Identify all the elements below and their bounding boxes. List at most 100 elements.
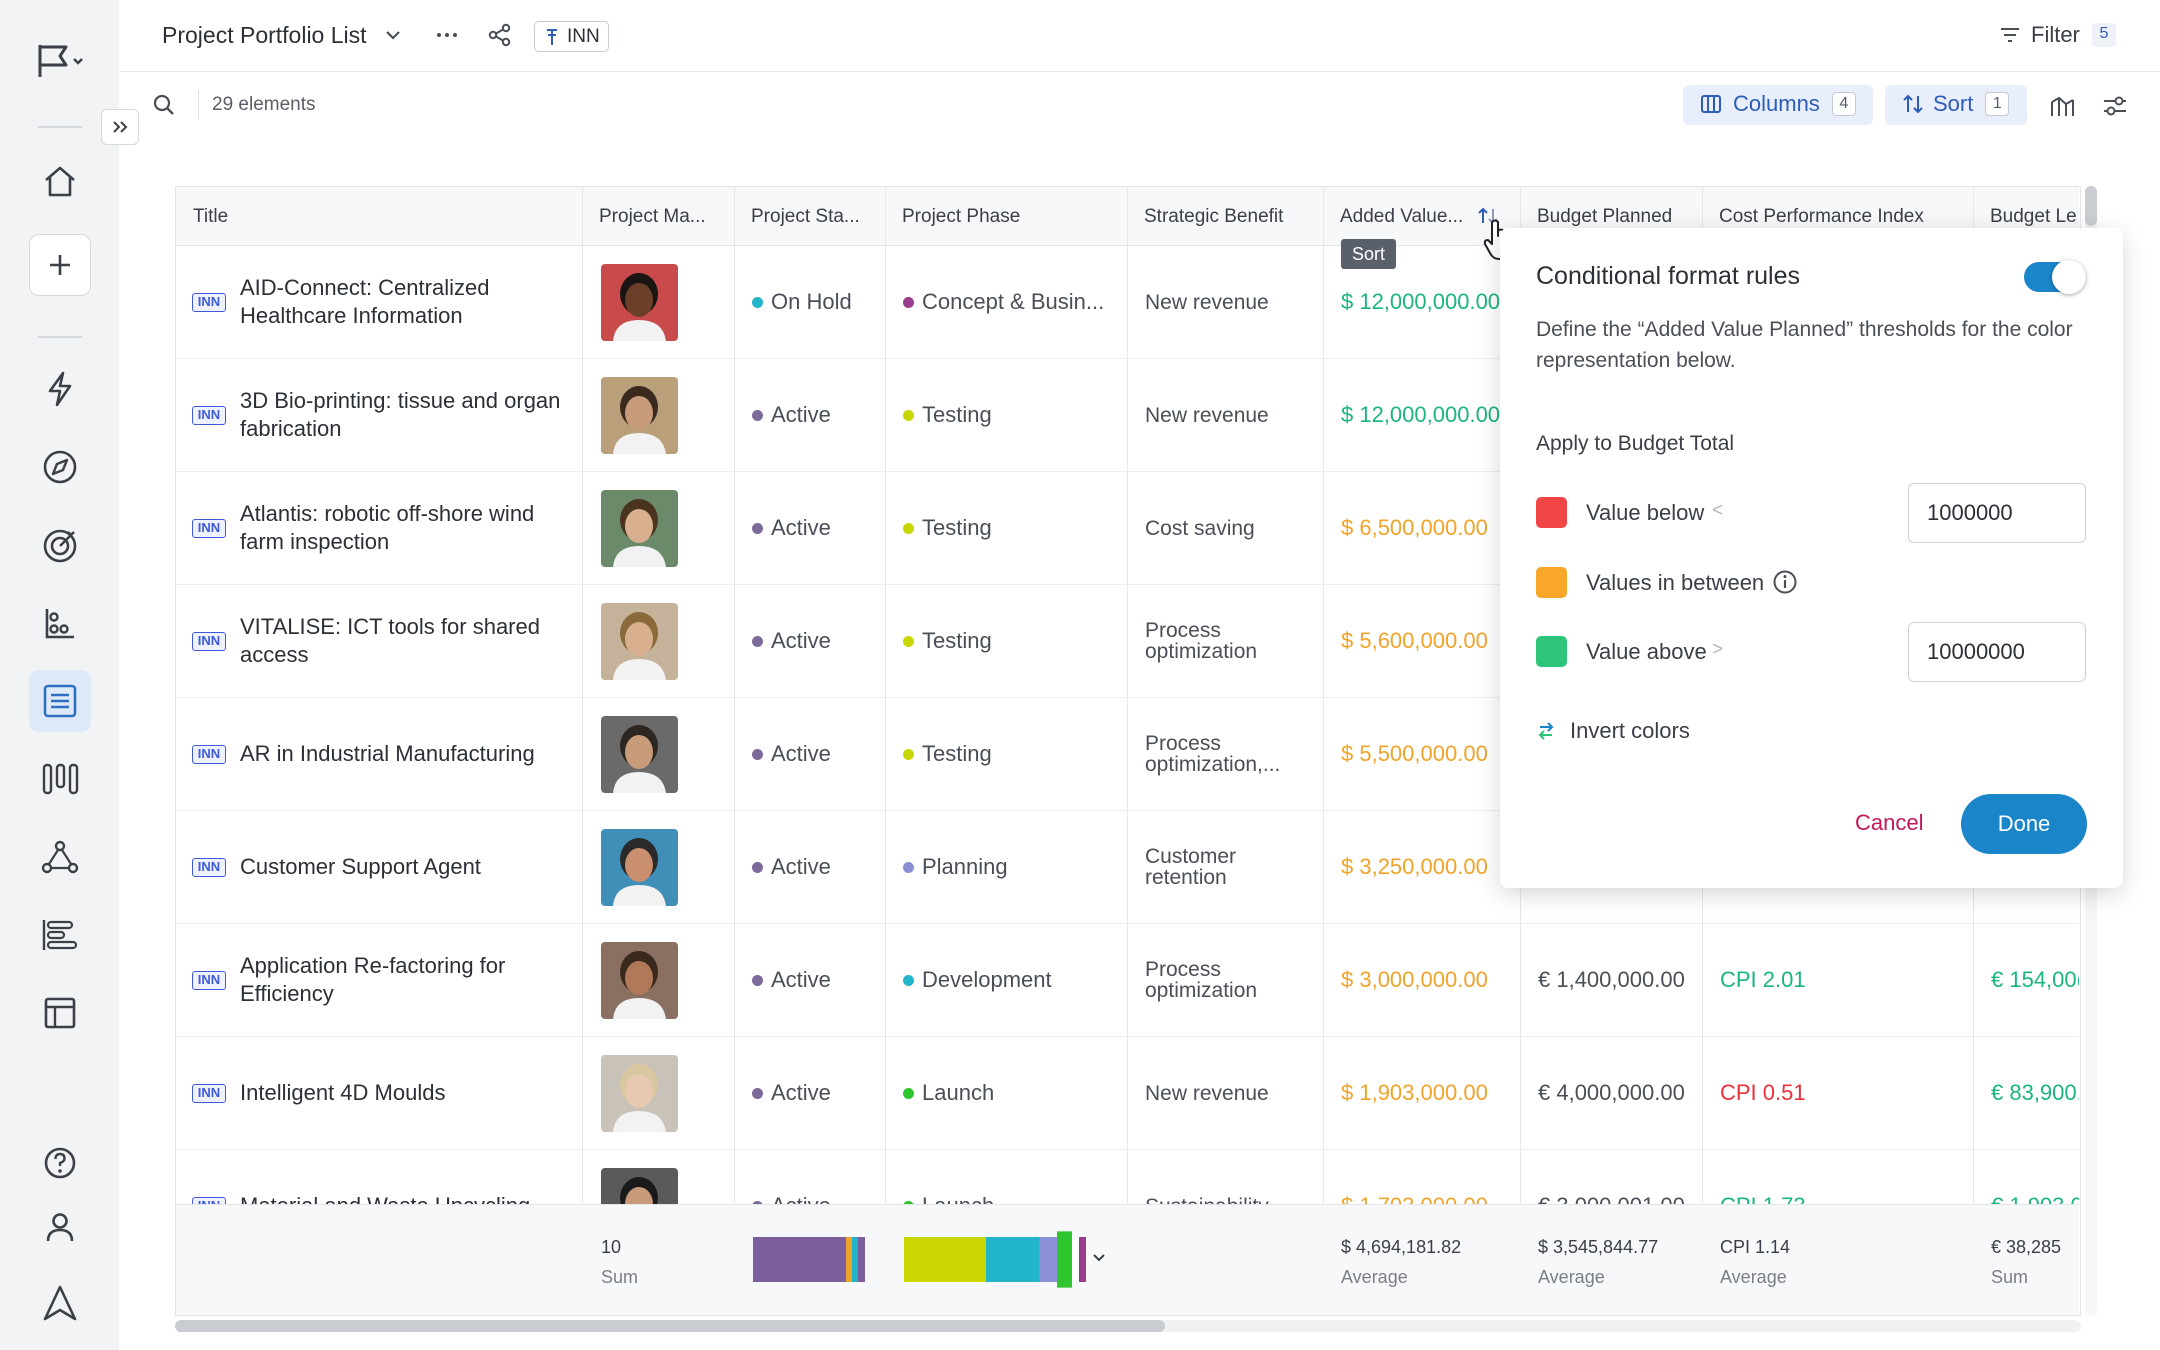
budget-left-cell[interactable]: € 154,00( bbox=[1973, 924, 2080, 1036]
added-value-cell[interactable]: $ 12,000,000.00 bbox=[1323, 246, 1520, 358]
cpi-cell[interactable]: CPI 2.01 bbox=[1702, 924, 1973, 1036]
search-icon[interactable] bbox=[151, 92, 177, 118]
chevron-down-icon[interactable] bbox=[1091, 1249, 1107, 1265]
phase-cell[interactable]: Development bbox=[885, 924, 1127, 1036]
phase-cell[interactable]: Launch bbox=[885, 1037, 1127, 1149]
title-cell[interactable]: INN Intelligent 4D Moulds bbox=[176, 1037, 582, 1149]
chevron-down-icon[interactable] bbox=[382, 24, 404, 46]
manager-cell[interactable] bbox=[582, 585, 734, 697]
added-value-cell[interactable]: $ 6,500,000.00 bbox=[1323, 472, 1520, 584]
between-color-swatch[interactable] bbox=[1536, 567, 1567, 598]
tag-chip[interactable]: INN bbox=[534, 21, 609, 52]
project-title[interactable]: Customer Support Agent bbox=[240, 853, 570, 881]
expand-sidebar-button[interactable] bbox=[101, 109, 139, 145]
title-cell[interactable]: INN AR in Industrial Manufacturing bbox=[176, 698, 582, 810]
conditional-format-toggle[interactable] bbox=[2024, 260, 2086, 294]
status-distribution-bar[interactable] bbox=[753, 1237, 865, 1282]
benefit-cell[interactable]: New revenue bbox=[1127, 1037, 1323, 1149]
below-color-swatch[interactable] bbox=[1536, 497, 1567, 528]
title-cell[interactable]: INN Customer Support Agent bbox=[176, 811, 582, 923]
add-icon[interactable] bbox=[29, 234, 91, 296]
manager-cell[interactable] bbox=[582, 924, 734, 1036]
status-cell[interactable]: On Hold bbox=[734, 246, 885, 358]
status-cell[interactable]: Active bbox=[734, 359, 885, 471]
added-value-cell[interactable]: $ 3,250,000.00 bbox=[1323, 811, 1520, 923]
title-cell[interactable]: INN Application Re-factoring for Efficien… bbox=[176, 924, 582, 1036]
compass-icon[interactable] bbox=[29, 436, 91, 498]
manager-cell[interactable] bbox=[582, 1037, 734, 1149]
kanban-icon[interactable] bbox=[29, 748, 91, 810]
status-cell[interactable]: Active bbox=[734, 472, 885, 584]
table-row[interactable]: INN Application Re-factoring for Efficien… bbox=[176, 924, 2080, 1037]
benefit-cell[interactable]: Customer retention bbox=[1127, 811, 1323, 923]
benefit-cell[interactable]: New revenue bbox=[1127, 246, 1323, 358]
more-options-icon[interactable] bbox=[434, 24, 460, 46]
project-title[interactable]: 3D Bio-printing: tissue and organ fabric… bbox=[240, 387, 570, 443]
title-cell[interactable]: INN AID-Connect: Centralized Healthcare I… bbox=[176, 246, 582, 358]
header-title[interactable]: Title bbox=[176, 187, 582, 246]
phase-distribution-bar[interactable] bbox=[904, 1231, 1086, 1288]
list-icon[interactable] bbox=[29, 670, 91, 732]
manager-cell[interactable] bbox=[582, 246, 734, 358]
done-button[interactable]: Done bbox=[1961, 794, 2087, 854]
above-color-swatch[interactable] bbox=[1536, 636, 1567, 667]
added-value-cell[interactable]: $ 5,500,000.00 bbox=[1323, 698, 1520, 810]
cancel-button[interactable]: Cancel bbox=[1855, 810, 1923, 836]
home-icon[interactable] bbox=[29, 150, 91, 212]
project-title[interactable]: VITALISE: ICT tools for shared access bbox=[240, 613, 570, 669]
project-title[interactable]: Application Re-factoring for Efficiency bbox=[240, 952, 570, 1008]
added-value-cell[interactable]: $ 1,903,000.00 bbox=[1323, 1037, 1520, 1149]
added-value-cell[interactable]: $ 12,000,000.00 bbox=[1323, 359, 1520, 471]
phase-cell[interactable]: Testing bbox=[885, 472, 1127, 584]
share-icon[interactable] bbox=[487, 22, 513, 48]
phase-cell[interactable]: Testing bbox=[885, 359, 1127, 471]
manager-cell[interactable] bbox=[582, 472, 734, 584]
table-row[interactable]: INN Intelligent 4D Moulds Active Launch New … bbox=[176, 1037, 2080, 1150]
phase-cell[interactable]: Planning bbox=[885, 811, 1127, 923]
help-icon[interactable] bbox=[29, 1132, 91, 1194]
header-project-manager[interactable]: Project Ma... bbox=[582, 187, 734, 246]
budget-left-cell[interactable]: € 83,900. bbox=[1973, 1037, 2080, 1149]
manager-cell[interactable] bbox=[582, 359, 734, 471]
info-icon[interactable] bbox=[1772, 569, 1798, 595]
horizontal-scroll-thumb[interactable] bbox=[175, 1320, 1165, 1332]
chart-view-icon[interactable] bbox=[2048, 92, 2076, 120]
target-icon[interactable] bbox=[29, 514, 91, 576]
analytics-icon[interactable] bbox=[29, 592, 91, 654]
below-value-input[interactable]: 1000000 bbox=[1908, 483, 2086, 543]
status-cell[interactable]: Active bbox=[734, 1037, 885, 1149]
user-icon[interactable] bbox=[29, 1196, 91, 1258]
status-cell[interactable]: Active bbox=[734, 924, 885, 1036]
timeline-icon[interactable] bbox=[29, 904, 91, 966]
phase-cell[interactable]: Concept & Busin... bbox=[885, 246, 1127, 358]
sort-button-content[interactable]: Sort 1 bbox=[1901, 91, 2010, 117]
benefit-cell[interactable]: Process optimization bbox=[1127, 924, 1323, 1036]
benefit-cell[interactable]: New revenue bbox=[1127, 359, 1323, 471]
budget-planned-cell[interactable]: € 1,400,000.00 bbox=[1520, 924, 1702, 1036]
page-title[interactable]: Project Portfolio List bbox=[162, 22, 367, 49]
project-title[interactable]: Atlantis: robotic off-shore wind farm in… bbox=[240, 500, 570, 556]
above-value-input[interactable]: 10000000 bbox=[1908, 622, 2086, 682]
filter-button[interactable]: Filter 5 bbox=[1998, 22, 2116, 48]
columns-button-content[interactable]: Columns 4 bbox=[1699, 91, 1856, 117]
title-cell[interactable]: INN 3D Bio-printing: tissue and organ fab… bbox=[176, 359, 582, 471]
layout-icon[interactable] bbox=[29, 982, 91, 1044]
project-title[interactable]: AID-Connect: Centralized Healthcare Info… bbox=[240, 274, 570, 330]
header-strategic-benefit[interactable]: Strategic Benefit bbox=[1127, 187, 1323, 246]
benefit-cell[interactable]: Process optimization bbox=[1127, 585, 1323, 697]
lightning-icon[interactable] bbox=[29, 358, 91, 420]
vertical-scroll-thumb[interactable] bbox=[2085, 186, 2097, 226]
phase-cell[interactable]: Testing bbox=[885, 698, 1127, 810]
phase-cell[interactable]: Testing bbox=[885, 585, 1127, 697]
added-value-cell[interactable]: $ 5,600,000.00 bbox=[1323, 585, 1520, 697]
benefit-cell[interactable]: Process optimization,... bbox=[1127, 698, 1323, 810]
status-cell[interactable]: Active bbox=[734, 698, 885, 810]
budget-planned-cell[interactable]: € 4,000,000.00 bbox=[1520, 1037, 1702, 1149]
manager-cell[interactable] bbox=[582, 811, 734, 923]
cpi-cell[interactable]: CPI 0.51 bbox=[1702, 1037, 1973, 1149]
title-cell[interactable]: INN VITALISE: ICT tools for shared access bbox=[176, 585, 582, 697]
invert-colors-button[interactable]: Invert colors bbox=[1536, 718, 1690, 744]
network-icon[interactable] bbox=[29, 826, 91, 888]
project-title[interactable]: AR in Industrial Manufacturing bbox=[240, 740, 570, 768]
header-project-status[interactable]: Project Sta... bbox=[734, 187, 885, 246]
